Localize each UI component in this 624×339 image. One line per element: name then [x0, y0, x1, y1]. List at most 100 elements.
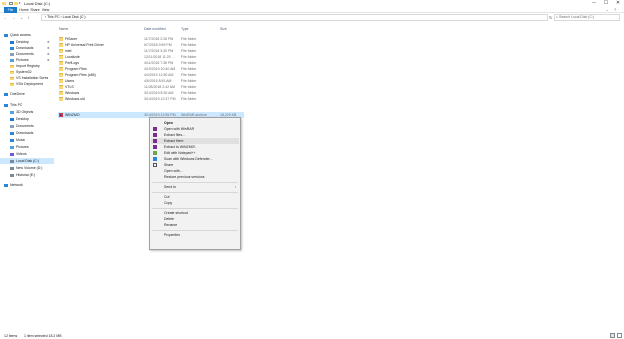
properties-quick-icon[interactable]: [9, 2, 13, 5]
window-title: Local Disk (C:): [24, 1, 51, 6]
winrar-icon: [153, 145, 157, 149]
maximize-button[interactable]: ☐: [600, 0, 612, 7]
defender-icon: [153, 157, 157, 161]
winrar-archive-icon: [59, 113, 63, 117]
video-icon: [10, 152, 14, 156]
folder-icon: [10, 64, 14, 68]
nav-historial-e[interactable]: Historial (E:): [0, 172, 54, 178]
nav-onedrive[interactable]: OneDrive: [0, 91, 54, 97]
folder-icon: [59, 97, 63, 101]
navigation-bar: ← → ⌄ ↑ › This PC › Local Disk (C:) ↻ ⌕ …: [0, 13, 624, 22]
search-input[interactable]: ⌕ Search Local Disk (C:): [554, 14, 620, 21]
network-icon: [4, 183, 8, 187]
nav-local-disk-c[interactable]: Local Disk (C:): [0, 158, 54, 164]
nav-3d-objects[interactable]: 3D Objects: [0, 109, 54, 115]
address-bar[interactable]: › This PC › Local Disk (C:): [41, 14, 548, 21]
back-button[interactable]: ←: [3, 15, 8, 20]
menu-separator: [152, 208, 238, 209]
folder-icon: [59, 61, 63, 65]
nav-pictures[interactable]: Pictures: [0, 144, 54, 150]
star-icon: [4, 33, 8, 37]
folder-icon: [59, 37, 63, 41]
pictures-icon: [10, 58, 14, 62]
menu-separator: [152, 192, 238, 193]
menu-separator: [152, 182, 238, 183]
desktop-icon: [10, 40, 14, 44]
drive-icon: [10, 159, 14, 163]
folder-icon: [10, 70, 14, 74]
menu-item-send-to[interactable]: Send to ›: [151, 184, 239, 190]
column-header-size[interactable]: Size: [220, 27, 227, 32]
details-view-button[interactable]: [610, 333, 615, 338]
menu-separator: [152, 230, 238, 231]
folder-icon: [10, 82, 14, 86]
cloud-icon: [4, 92, 8, 96]
folder-icon: [59, 91, 63, 95]
nav-desktop[interactable]: Desktop: [0, 116, 54, 122]
nav-documents[interactable]: Documents: [0, 123, 54, 129]
close-button[interactable]: ✕: [612, 0, 624, 7]
cube-icon: [10, 110, 14, 114]
download-icon: [10, 46, 14, 50]
status-bar: 12 items 1 item selected 18.2 MB: [0, 333, 624, 339]
folder-icon: [59, 43, 63, 47]
search-placeholder: Search Local Disk (C:): [559, 15, 595, 19]
document-icon: [10, 124, 14, 128]
quick-access-dropdown-icon[interactable]: ▾: [19, 1, 21, 5]
nav-this-pc[interactable]: This PC: [0, 102, 54, 108]
folder-icon: [59, 67, 63, 71]
winrar-icon: [153, 127, 157, 131]
computer-icon: [4, 103, 8, 107]
notepad-icon: [153, 151, 157, 155]
menu-item-properties[interactable]: Properties: [151, 232, 239, 238]
menu-item-rename[interactable]: Rename: [151, 222, 239, 228]
folder-icon: [59, 85, 63, 89]
new-folder-quick-icon[interactable]: [14, 2, 18, 5]
column-header-type[interactable]: Type: [181, 27, 189, 32]
file-row[interactable]: Windows.old 3/14/2019 12:37 PM File fold…: [58, 96, 244, 102]
nav-network[interactable]: Network: [0, 182, 54, 188]
music-icon: [10, 138, 14, 142]
drive-icon: [10, 173, 14, 177]
drive-icon: [10, 166, 14, 170]
forward-button[interactable]: →: [11, 15, 16, 20]
selection-info: 1 item selected 18.2 MB: [24, 334, 62, 338]
column-header-name[interactable]: Name: [59, 27, 68, 32]
nav-videos[interactable]: Videos: [0, 151, 54, 157]
up-button[interactable]: ↑: [26, 15, 31, 20]
column-header-date[interactable]: Date modified: [144, 27, 166, 32]
menu-item-restore-versions[interactable]: Restore previous versions: [151, 174, 239, 180]
folder-icon: [59, 55, 63, 59]
folder-icon: [59, 49, 63, 53]
menu-item-copy[interactable]: Copy: [151, 200, 239, 206]
breadcrumb[interactable]: › This PC › Local Disk (C:): [45, 15, 86, 20]
document-icon: [10, 52, 14, 56]
chevron-right-icon: ›: [235, 185, 237, 189]
expand-ribbon-icon[interactable]: ⌄: [606, 8, 609, 12]
share-icon: [153, 163, 157, 167]
help-icon[interactable]: ?: [614, 7, 616, 12]
explorer-icon: [2, 2, 6, 5]
folder-icon: [59, 79, 63, 83]
nav-quick-access[interactable]: Quick access: [0, 32, 54, 38]
nav-downloads[interactable]: Downloads: [0, 130, 54, 136]
nav-new-volume-d[interactable]: New Volume (D:): [0, 165, 54, 171]
desktop-icon: [10, 117, 14, 121]
refresh-icon[interactable]: ↻: [549, 15, 552, 20]
pictures-icon: [10, 145, 14, 149]
minimize-button[interactable]: ─: [588, 0, 600, 7]
folder-icon: [59, 73, 63, 77]
folder-icon: [10, 76, 14, 80]
context-menu: Open Open with WinRAR Extract files... E…: [149, 117, 241, 250]
large-icons-view-button[interactable]: [617, 333, 622, 338]
nav-vsix-deployment[interactable]: VSix Deployment: [0, 81, 54, 87]
winrar-icon: [153, 133, 157, 137]
title-bar: ▾ Local Disk (C:) ─ ☐ ✕: [0, 0, 624, 7]
winrar-icon: [153, 139, 157, 143]
nav-music[interactable]: Music: [0, 137, 54, 143]
item-count: 12 items: [4, 334, 18, 338]
recent-locations-button[interactable]: ⌄: [19, 15, 24, 20]
download-icon: [10, 131, 14, 135]
navigation-pane: Quick access Desktop ✱ Downloads ✱ Docum…: [0, 25, 54, 325]
search-icon: ⌕: [556, 15, 558, 19]
